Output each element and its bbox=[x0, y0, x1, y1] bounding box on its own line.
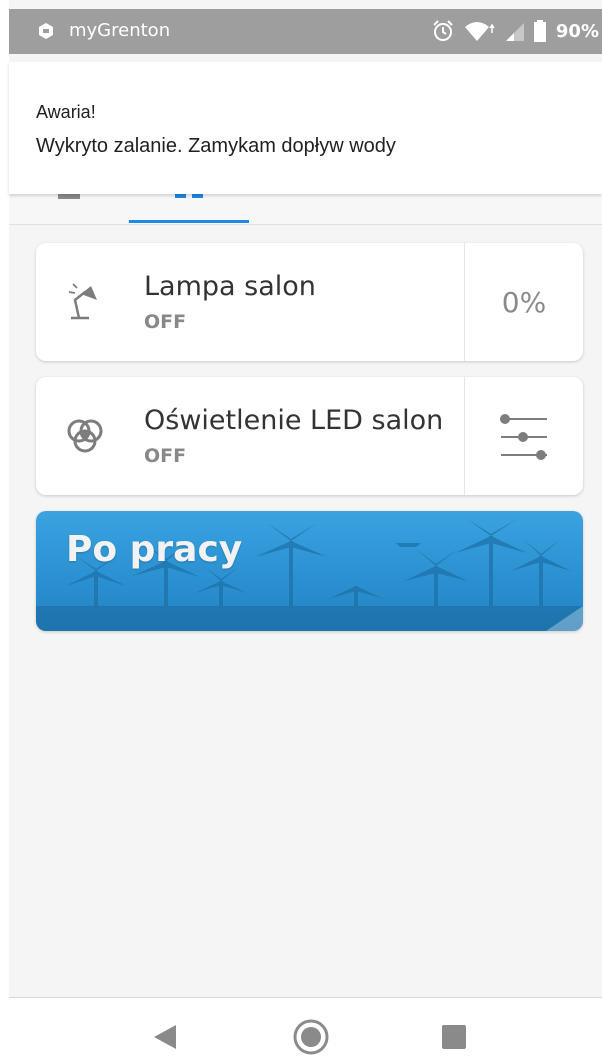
device-state: OFF bbox=[144, 445, 187, 467]
back-icon[interactable] bbox=[152, 1024, 178, 1050]
active-tab-indicator bbox=[129, 220, 249, 223]
battery-level: 90% bbox=[555, 20, 599, 42]
device-card-led-salon[interactable]: Oświetlenie LED salon OFF bbox=[36, 377, 583, 495]
sliders-icon bbox=[500, 414, 547, 460]
status-app-name: myGrenton bbox=[69, 20, 171, 41]
recent-apps-icon[interactable] bbox=[442, 1025, 466, 1049]
notification-text: Wykryto zalanie. Zamykam dopływ wody bbox=[36, 135, 396, 157]
android-nav-bar bbox=[9, 997, 602, 1055]
device-state: OFF bbox=[144, 311, 187, 333]
device-name: Oświetlenie LED salon bbox=[144, 405, 444, 436]
alert-notification[interactable]: Awaria! Wykryto zalanie. Zamykam dopływ … bbox=[9, 62, 602, 194]
device-card-lampa-salon[interactable]: Lampa salon OFF 0% bbox=[36, 243, 583, 361]
rgb-led-icon bbox=[67, 419, 103, 453]
scene-title: Po pracy bbox=[66, 529, 243, 570]
signal-icon bbox=[505, 23, 524, 41]
scene-po-pracy[interactable]: Po pracy bbox=[36, 511, 583, 631]
sliders-button[interactable] bbox=[465, 377, 583, 495]
dimmer-value[interactable]: 0% bbox=[465, 243, 583, 361]
lamp-icon bbox=[68, 283, 97, 320]
status-bar: myGrenton 90% bbox=[9, 9, 602, 54]
alarm-icon bbox=[433, 20, 453, 41]
device-name: Lampa salon bbox=[144, 271, 316, 302]
wifi-icon bbox=[464, 22, 495, 41]
home-icon[interactable] bbox=[292, 1018, 330, 1056]
notification-title: Awaria! bbox=[36, 102, 96, 122]
app-screen: myGrenton 90% Awaria! Wykryto zalanie. Z… bbox=[9, 0, 602, 1055]
grenton-app-icon bbox=[39, 23, 53, 39]
status-icons: 90% bbox=[432, 18, 599, 44]
battery-icon bbox=[533, 20, 546, 42]
